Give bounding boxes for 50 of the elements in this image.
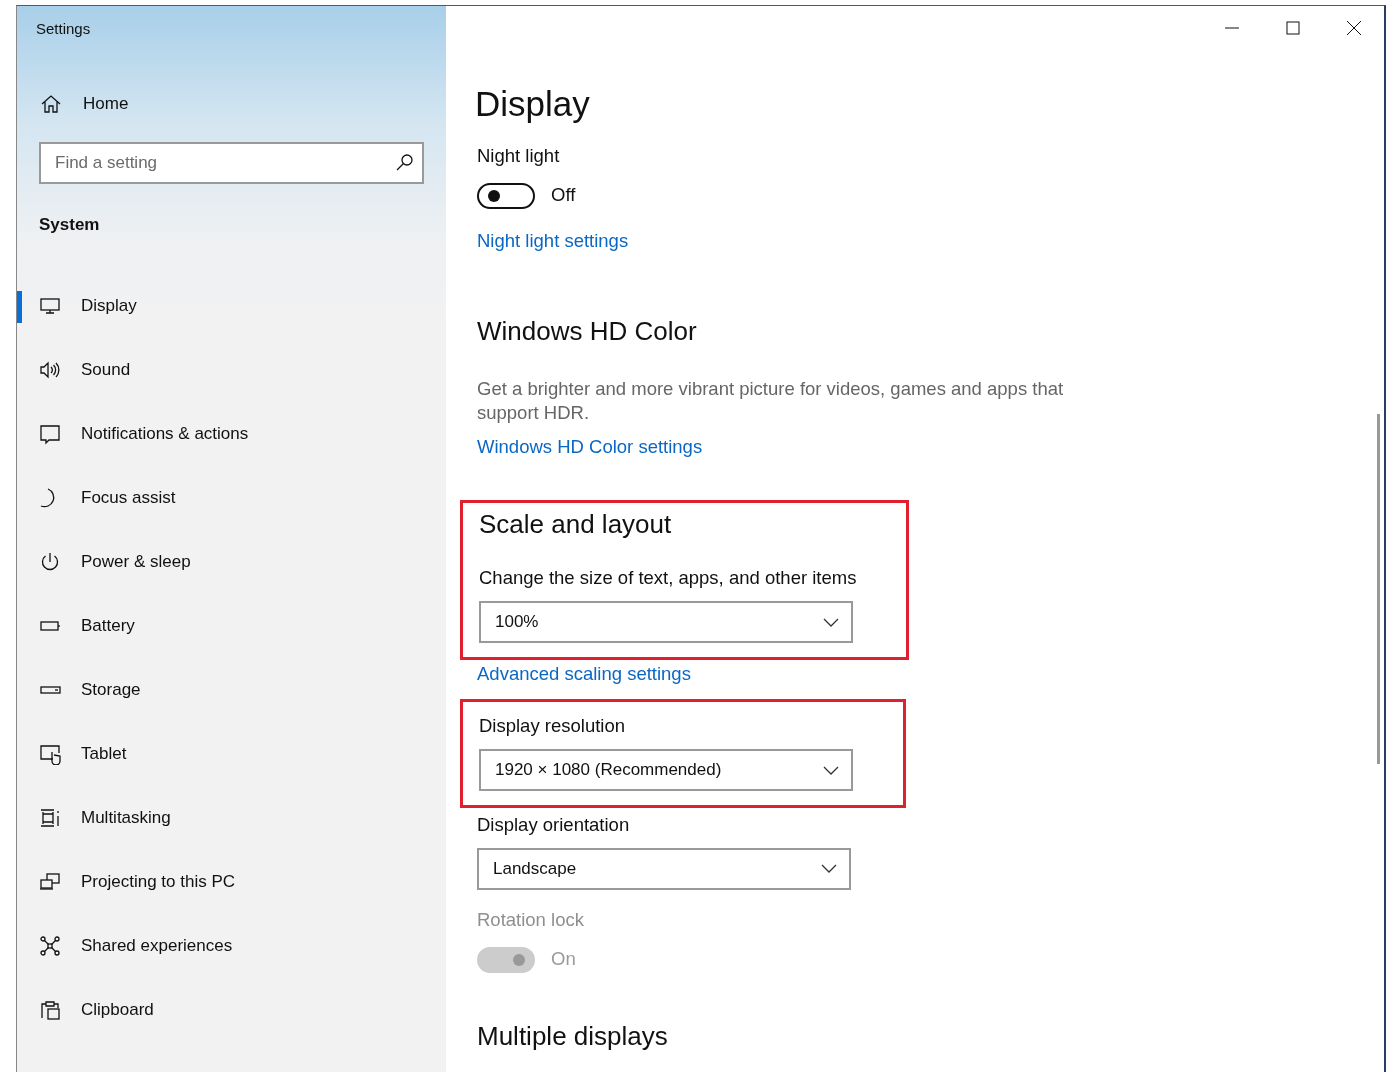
sidebar-item[interactable]: Tablet	[17, 722, 446, 786]
sidebar-item[interactable]: Multitasking	[17, 786, 446, 850]
power-icon	[39, 551, 61, 573]
dropdown[interactable]: Landscape	[477, 847, 851, 890]
description-text: Get a brighter and more vibrant picture for videos, games and apps that support HDR.	[477, 377, 1065, 426]
setting-label: Display orientation	[477, 813, 631, 837]
sidebar-item[interactable]: Clipboard	[17, 978, 446, 1042]
setting-label: Display resolution	[479, 714, 626, 739]
window-title: Settings	[35, 19, 92, 39]
section-title: System	[38, 214, 101, 236]
chevron-down-icon	[823, 765, 839, 775]
settings-link[interactable]: Windows HD Color settings	[477, 435, 703, 460]
sidebar-item[interactable]: Notifications & actions	[17, 402, 446, 466]
chevron-down-icon	[823, 617, 839, 627]
sidebar-item[interactable]: Storage	[17, 658, 446, 722]
toggle-state-text: On	[551, 947, 576, 972]
setting-label: Change the size of text, apps, and other items	[479, 566, 857, 591]
page-title: Display	[475, 86, 591, 121]
close-icon	[1346, 21, 1361, 35]
clipboard-icon	[39, 999, 61, 1021]
sidebar-item[interactable]: Shared experiences	[17, 914, 446, 978]
sidebar-item[interactable]: Projecting to this PC	[17, 850, 446, 914]
sidebar-item[interactable]: Display	[17, 274, 446, 338]
maximize-icon	[1285, 21, 1300, 35]
search-field[interactable]: Find a setting	[39, 142, 424, 184]
dropdown[interactable]: 100%	[479, 601, 853, 644]
sidebar-item[interactable]: Battery	[17, 594, 446, 658]
section-heading: Windows HD Color	[477, 314, 698, 348]
multitasking-icon	[39, 807, 61, 829]
network-nodes-icon	[39, 935, 61, 957]
section-heading: Multiple displays	[477, 1019, 669, 1053]
setting-label: Rotation lock	[477, 907, 585, 932]
sidebar-item[interactable]: Power & sleep	[17, 530, 446, 594]
toggle-switch[interactable]	[477, 182, 535, 209]
sidebar-item[interactable]: Focus assist	[17, 466, 446, 530]
screens-icon	[39, 871, 61, 893]
toggle-state-text: Off	[551, 183, 576, 208]
chevron-down-icon	[821, 864, 837, 874]
speech-bubble-icon	[39, 423, 61, 445]
monitor-icon	[39, 295, 61, 317]
settings-link[interactable]: Night light settings	[477, 228, 629, 254]
speaker-icon	[39, 359, 61, 381]
dropdown[interactable]: 1920 × 1080 (Recommended)	[479, 749, 853, 791]
tablet-touch-icon	[39, 743, 61, 765]
settings-link[interactable]: Advanced scaling settings	[477, 662, 691, 688]
home-icon	[40, 93, 62, 115]
setting-label: Night light	[477, 144, 561, 168]
section-heading: Scale and layout	[479, 508, 673, 541]
home-button[interactable]: Home	[17, 76, 446, 132]
sidebar-item[interactable]: Sound	[17, 338, 446, 402]
